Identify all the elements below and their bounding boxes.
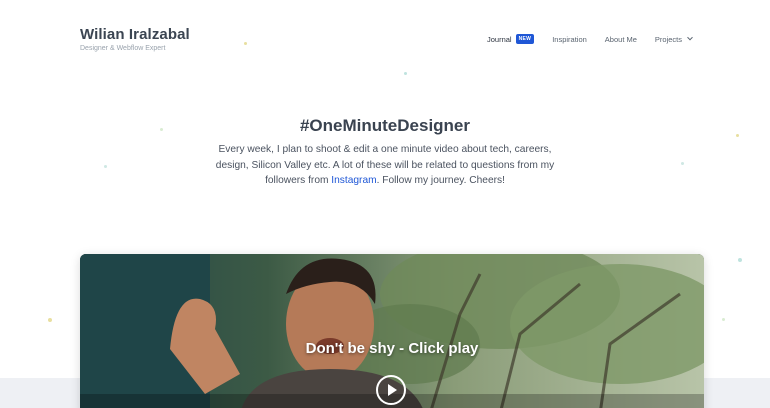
nav-journal[interactable]: Journal NEW	[487, 34, 535, 44]
nav-inspiration[interactable]: Inspiration	[552, 35, 587, 44]
hero-description: Every week, I plan to shoot & edit a one…	[210, 142, 560, 189]
page-title: #OneMinuteDesigner	[299, 116, 471, 135]
brand-tagline: Designer & Webflow Expert	[80, 45, 166, 52]
sparkle-dot	[48, 318, 52, 322]
sparkle-dot	[738, 258, 742, 262]
video-caption: Don't be shy - Click play	[305, 340, 479, 357]
instagram-link[interactable]: Instagram	[331, 175, 376, 186]
sparkle-dot	[722, 318, 725, 321]
sparkle-dot	[404, 72, 407, 75]
new-badge: NEW	[515, 34, 535, 44]
nav-about[interactable]: About Me	[605, 35, 637, 44]
play-button[interactable]	[376, 375, 406, 405]
video-player[interactable]: Don't be shy - Click play	[80, 254, 704, 408]
hero-section: #OneMinuteDesigner Every week, I plan to…	[0, 116, 770, 189]
main-nav: Journal NEW Inspiration About Me Project…	[487, 34, 693, 44]
sparkle-dot	[244, 42, 247, 45]
play-icon	[388, 384, 397, 396]
nav-projects[interactable]: Projects	[655, 34, 693, 44]
chevron-down-icon	[687, 34, 693, 41]
brand[interactable]: Wilian Iralzabal Designer & Webflow Expe…	[80, 26, 190, 52]
hero-text-end: . Follow my journey. Cheers!	[376, 175, 505, 186]
nav-journal-label[interactable]: Journal	[487, 35, 512, 44]
nav-projects-label[interactable]: Projects	[655, 35, 682, 44]
brand-name[interactable]: Wilian Iralzabal	[80, 26, 190, 43]
